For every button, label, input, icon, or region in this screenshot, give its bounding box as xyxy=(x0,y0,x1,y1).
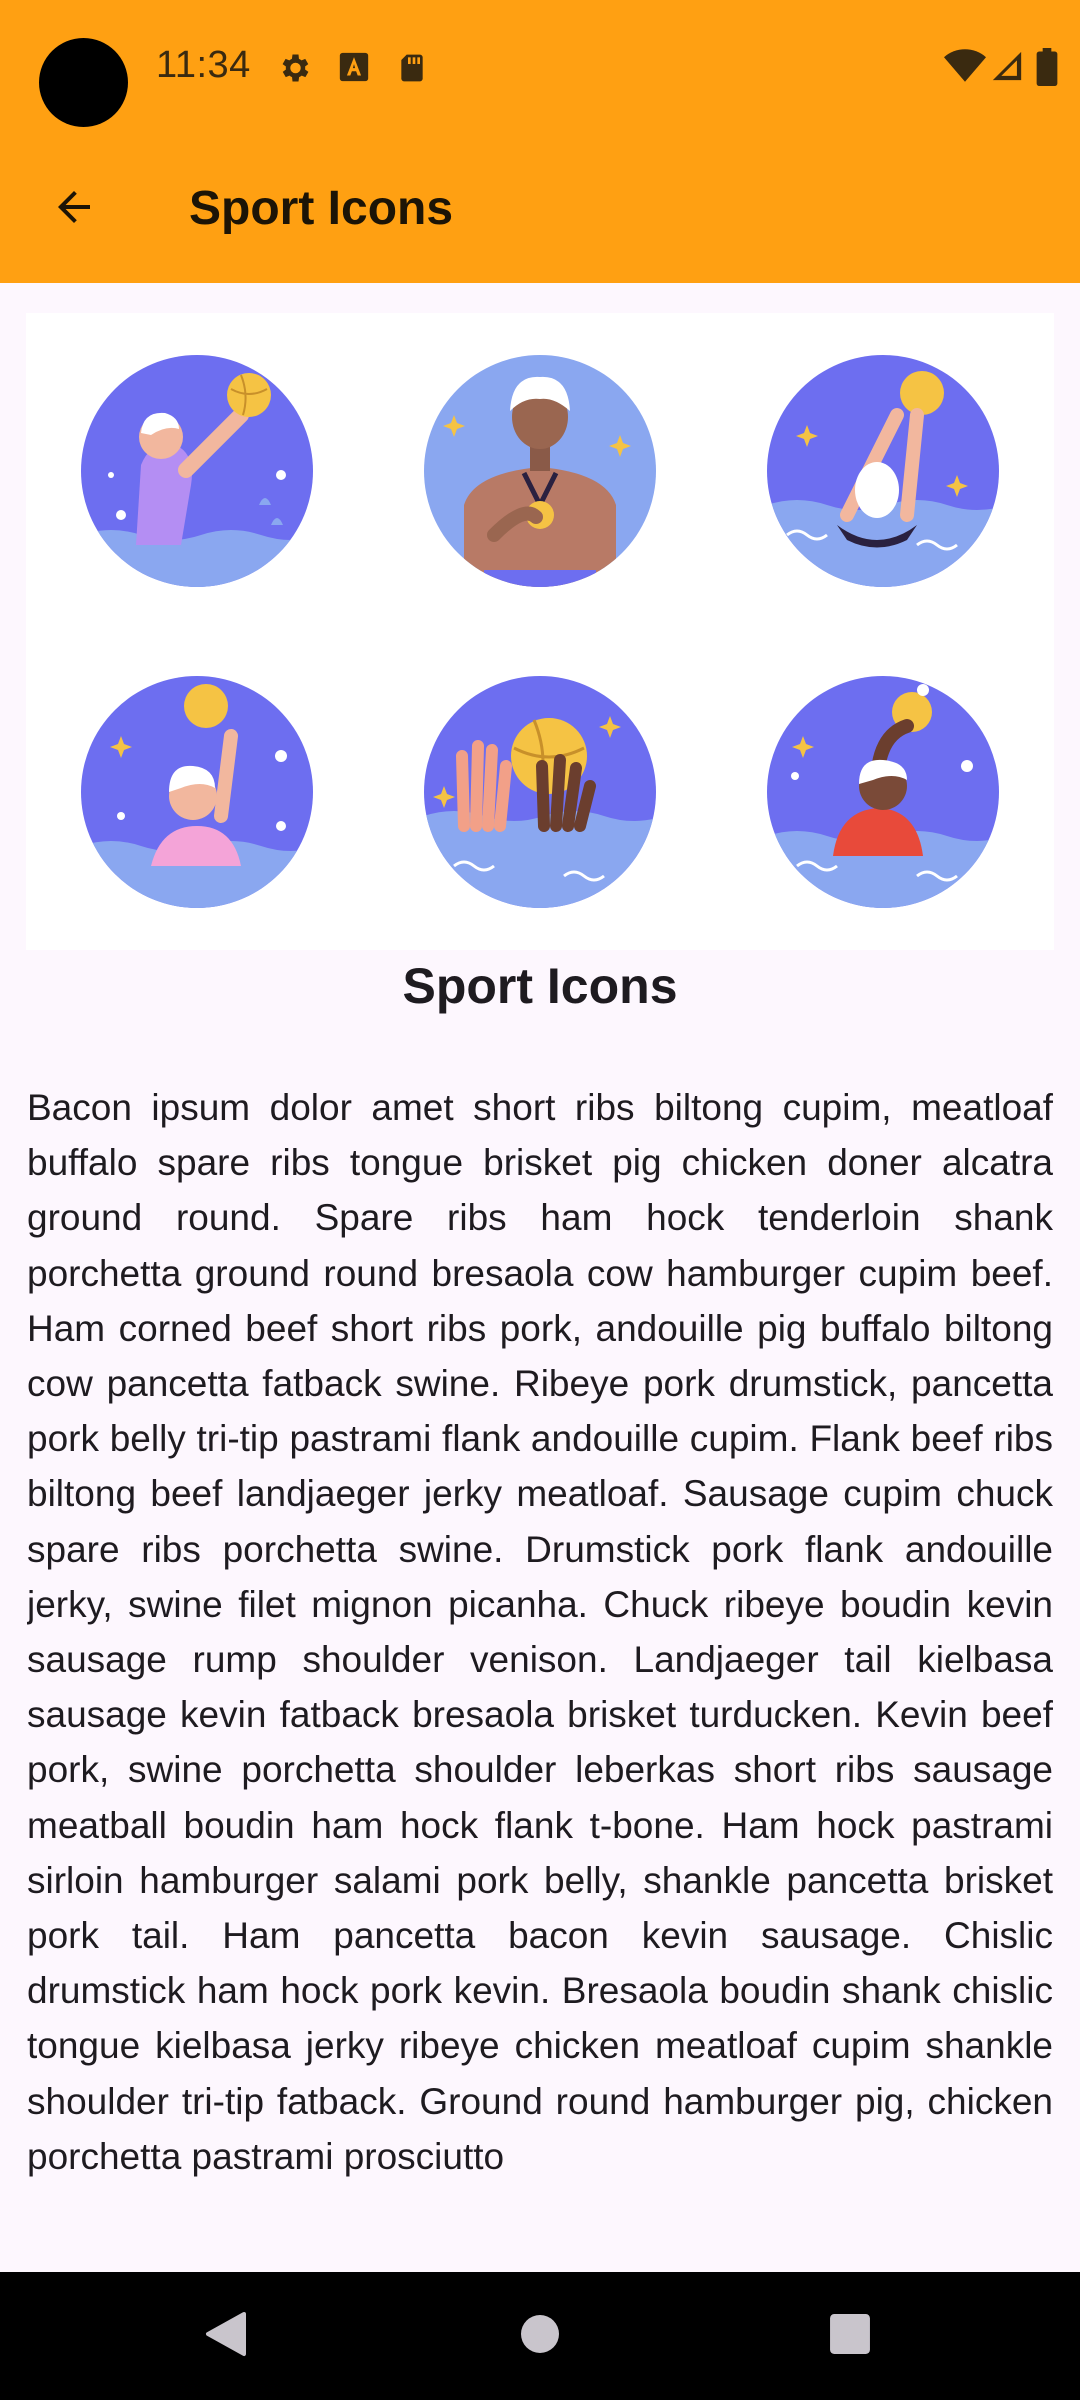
app-bar: Sport Icons xyxy=(0,135,1080,283)
home-circle-icon xyxy=(520,2314,560,2359)
back-triangle-icon xyxy=(204,2310,248,2363)
wifi-icon xyxy=(944,48,986,89)
player-holding-ball-overhead-image[interactable] xyxy=(767,676,999,908)
font-a-icon xyxy=(337,50,371,89)
player-with-medal-image[interactable] xyxy=(424,355,656,587)
app-bar-title: Sport Icons xyxy=(189,182,454,235)
nav-home-button[interactable] xyxy=(508,2304,572,2368)
system-navigation-bar xyxy=(0,2272,1080,2400)
gear-icon xyxy=(276,50,312,91)
swimmer-raising-ball-image[interactable] xyxy=(81,676,313,908)
swimmer-throwing-ball-image[interactable] xyxy=(81,355,313,587)
recents-square-icon xyxy=(829,2313,871,2360)
hands-catching-ball-image[interactable] xyxy=(424,676,656,908)
nav-back-button[interactable] xyxy=(194,2304,258,2368)
article-title: Sport Icons xyxy=(402,958,678,1014)
battery-icon xyxy=(1036,48,1058,91)
signal-icon xyxy=(990,48,1024,89)
back-button[interactable] xyxy=(30,165,118,253)
nav-recents-button[interactable] xyxy=(818,2304,882,2368)
article-body: Bacon ipsum dolor amet short ribs bilton… xyxy=(27,1087,1053,2177)
swimmer-diving-with-ball-image[interactable] xyxy=(767,355,999,587)
arrow-back-icon xyxy=(50,183,98,236)
camera-cutout xyxy=(39,38,128,127)
sport-icons-gallery xyxy=(26,313,1054,950)
status-time: 11:34 xyxy=(156,44,251,86)
status-bar: 11:34 xyxy=(0,0,1080,135)
sd-card-icon xyxy=(396,50,428,91)
